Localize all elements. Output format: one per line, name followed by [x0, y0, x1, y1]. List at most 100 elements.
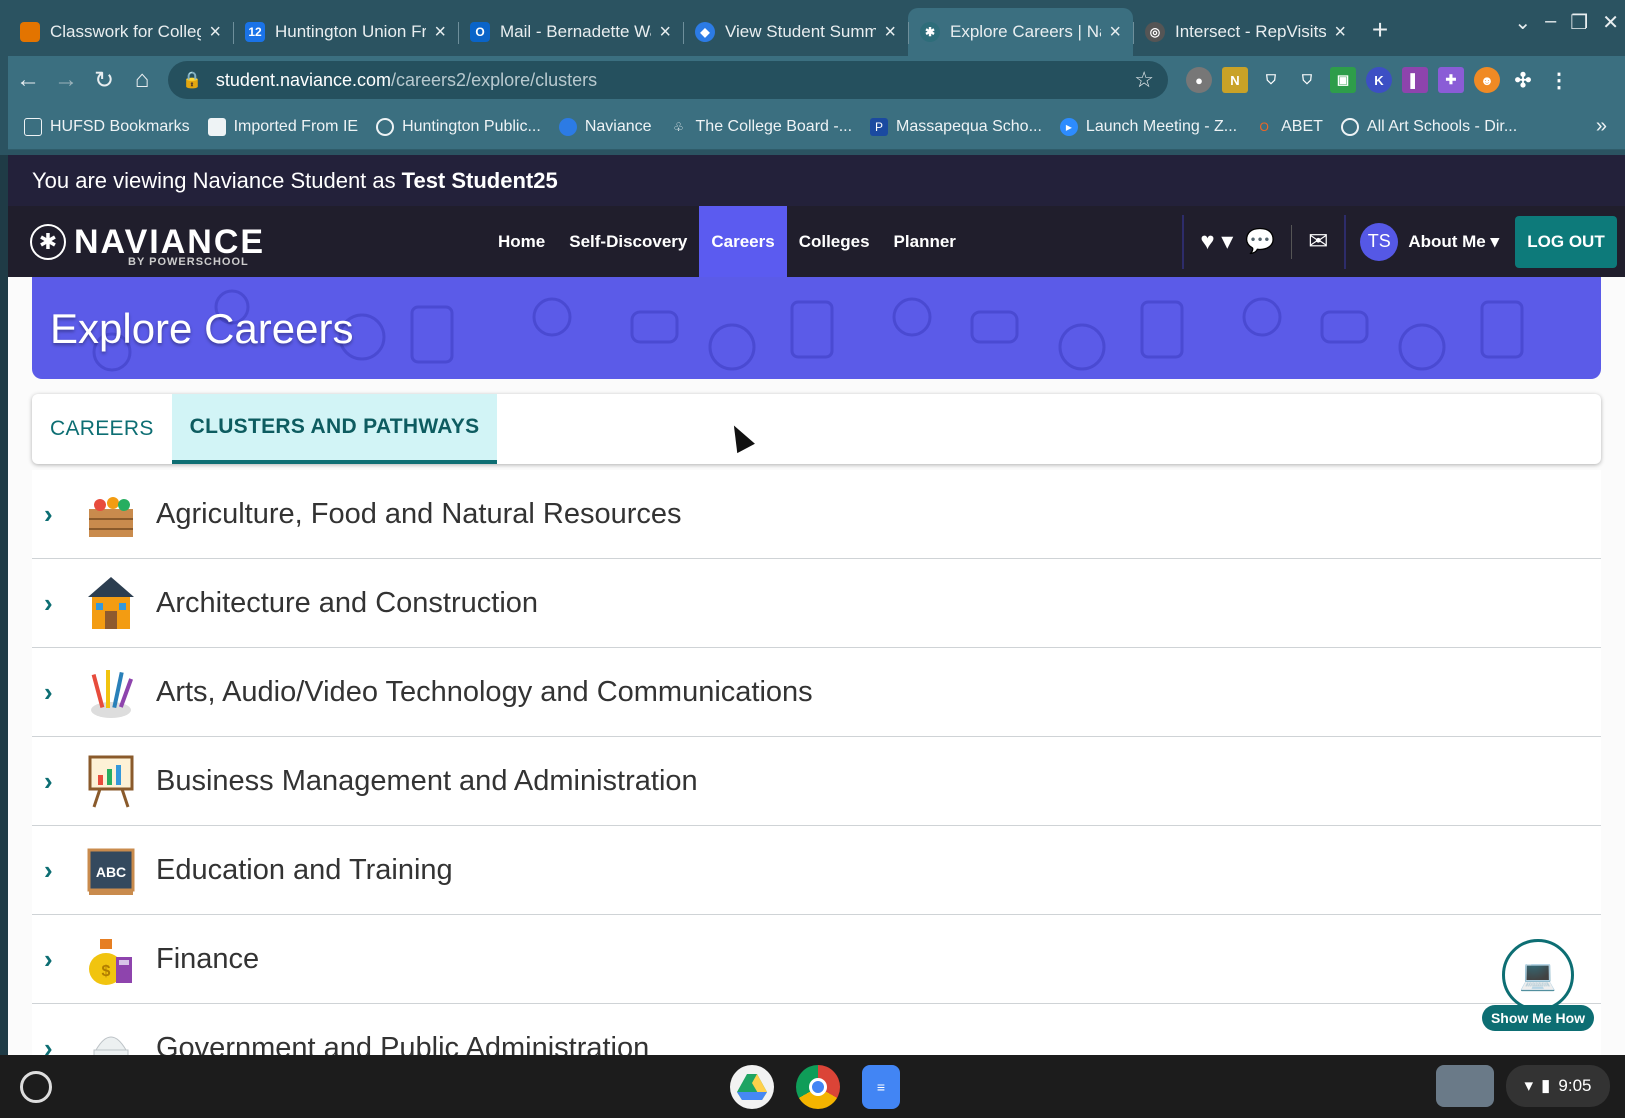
chevron-right-icon[interactable]: ›	[44, 677, 84, 708]
bookmark[interactable]: Naviance	[558, 117, 652, 136]
presentation-board-icon	[84, 753, 138, 809]
window-controls: ⌄ – ❐ ✕	[1514, 10, 1619, 35]
clock: 9:05	[1558, 1076, 1592, 1095]
close-icon[interactable]: ×	[209, 21, 221, 44]
nav-planner[interactable]: Planner	[882, 206, 968, 277]
naviance-logo[interactable]: ✱ NAVIANCE BY POWERSCHOOL	[30, 223, 265, 268]
close-icon[interactable]: ×	[434, 21, 446, 44]
close-icon[interactable]: ×	[659, 21, 671, 44]
brand-subtitle: BY POWERSCHOOL	[128, 256, 249, 268]
bookmark-label: HUFSD Bookmarks	[50, 117, 190, 135]
list-item[interactable]: › Agriculture, Food and Natural Resource…	[32, 470, 1601, 559]
back-icon[interactable]: ←	[10, 62, 46, 98]
browser-tab[interactable]: Classwork for College C ×	[8, 8, 233, 56]
tab-clusters-and-pathways[interactable]: CLUSTERS AND PATHWAYS	[171, 394, 498, 464]
shield-icon[interactable]: ⛉	[1294, 67, 1320, 93]
status-tray[interactable]: ▾ ▮ 9:05	[1506, 1065, 1610, 1107]
paint-brushes-icon	[84, 664, 138, 720]
logout-button[interactable]: LOG OUT	[1515, 215, 1617, 268]
nav-self-discovery[interactable]: Self-Discovery	[557, 206, 699, 277]
bookmark[interactable]: ▸ Launch Meeting - Z...	[1059, 117, 1237, 136]
pinned-apps: ≡	[730, 1065, 900, 1109]
close-icon[interactable]: ×	[884, 21, 896, 44]
folder-icon	[24, 117, 42, 136]
bookmark-star-icon[interactable]: ☆	[1134, 67, 1154, 93]
chevron-right-icon[interactable]: ›	[44, 855, 84, 886]
bookmark[interactable]: Imported From IE	[207, 117, 359, 136]
list-item[interactable]: › Architecture and Construction	[32, 559, 1601, 648]
window-thumbnail[interactable]	[1436, 1065, 1494, 1107]
extension-icon[interactable]: ✚	[1438, 67, 1464, 93]
chevron-right-icon[interactable]: ›	[44, 1033, 84, 1056]
extension-icon[interactable]: ☻	[1474, 67, 1500, 93]
bookmark[interactable]: P Massapequa Scho...	[870, 117, 1042, 136]
more-bookmarks-icon[interactable]: »	[1596, 115, 1607, 138]
restore-icon[interactable]: ❐	[1570, 10, 1588, 35]
nav-colleges[interactable]: Colleges	[787, 206, 882, 277]
bookmark[interactable]: O ABET	[1255, 118, 1322, 136]
new-tab-icon[interactable]: +	[1358, 8, 1402, 56]
browser-tab-active[interactable]: ✱ Explore Careers | Navia ×	[908, 8, 1133, 56]
lock-icon: 🔒	[182, 72, 202, 89]
extension-icon[interactable]: K	[1366, 67, 1392, 93]
close-icon[interactable]: ×	[1334, 21, 1346, 44]
feedback-icon[interactable]: 💬	[1239, 227, 1281, 256]
chevron-right-icon[interactable]: ›	[44, 499, 84, 530]
chevron-right-icon[interactable]: ›	[44, 766, 84, 797]
browser-tab[interactable]: ◆ View Student Summary ×	[683, 8, 908, 56]
reload-icon[interactable]: ↻	[86, 62, 122, 98]
tab-title: Intersect - RepVisits	[1175, 22, 1327, 41]
avatar[interactable]: TS	[1360, 222, 1399, 261]
drive-icon[interactable]	[730, 1065, 774, 1109]
bookmark[interactable]: HUFSD Bookmarks	[24, 117, 190, 136]
list-item[interactable]: › Arts, Audio/Video Technology and Commu…	[32, 648, 1601, 737]
bookmark[interactable]: Huntington Public...	[376, 117, 541, 136]
bookmark-label: Naviance	[584, 117, 652, 135]
docs-icon[interactable]: ≡	[862, 1065, 900, 1109]
list-item[interactable]: › $ Finance	[32, 915, 1601, 1004]
minimize-icon[interactable]: –	[1545, 10, 1556, 35]
tab-careers[interactable]: CAREERS	[32, 394, 172, 464]
forward-icon[interactable]: →	[48, 62, 84, 98]
chrome-icon[interactable]	[796, 1065, 840, 1109]
browser-tab[interactable]: ◎ Intersect - RepVisits ×	[1133, 8, 1358, 56]
folder-icon	[207, 117, 226, 136]
abet-icon: O	[1259, 119, 1269, 134]
outlook-icon: O	[470, 22, 490, 42]
extension-icon[interactable]: ▌	[1402, 67, 1428, 93]
list-item[interactable]: › Government and Public Administration	[32, 1004, 1601, 1055]
extension-icon[interactable]: N	[1222, 67, 1248, 93]
bookmark-label: Imported From IE	[233, 117, 359, 135]
extension-icon[interactable]: ●	[1186, 67, 1212, 93]
shield-icon[interactable]: ⛉	[1258, 67, 1284, 93]
mail-icon[interactable]: ✉	[1302, 227, 1334, 256]
about-me-menu[interactable]: About Me ▾	[1408, 232, 1499, 252]
bookmark[interactable]: ♧ The College Board -...	[670, 118, 852, 136]
nav-careers[interactable]: Careers	[699, 206, 787, 277]
globe-icon	[1340, 117, 1359, 136]
browser-tab[interactable]: O Mail - Bernadette Walsh ×	[458, 8, 683, 56]
capitol-icon	[84, 1020, 138, 1055]
impersonated-student: Test Student25	[401, 167, 558, 193]
show-me-how-widget[interactable]: 💻 Show Me How	[1482, 939, 1594, 1031]
hero-banner: Explore Careers	[32, 277, 1601, 379]
launcher-icon[interactable]	[20, 1070, 52, 1103]
puzzle-icon[interactable]: ✣	[1510, 67, 1536, 93]
chevron-right-icon[interactable]: ›	[44, 588, 84, 619]
bookmarks-bar: HUFSD Bookmarks Imported From IE Hunting…	[8, 104, 1625, 150]
close-window-icon[interactable]: ✕	[1602, 10, 1619, 35]
extension-icon[interactable]: ▣	[1330, 67, 1356, 93]
home-icon[interactable]: ⌂	[124, 62, 160, 98]
naviance-icon: ✱	[920, 22, 940, 42]
menu-icon[interactable]: ⋮	[1546, 67, 1572, 93]
address-bar[interactable]: 🔒 student.naviance.com/careers2/explore/…	[168, 61, 1168, 99]
tab-search-icon[interactable]: ⌄	[1514, 10, 1531, 35]
close-icon[interactable]: ×	[1109, 21, 1121, 44]
favorites-heart-icon[interactable]: ♥ ▾	[1194, 227, 1239, 256]
chevron-right-icon[interactable]: ›	[44, 944, 84, 975]
nav-home[interactable]: Home	[486, 206, 557, 277]
bookmark[interactable]: All Art Schools - Dir...	[1340, 117, 1517, 136]
list-item[interactable]: › ABC Education and Training	[32, 826, 1601, 915]
list-item[interactable]: › Business Management and Administration	[32, 737, 1601, 826]
browser-tab[interactable]: 12 Huntington Union Free ×	[233, 8, 458, 56]
